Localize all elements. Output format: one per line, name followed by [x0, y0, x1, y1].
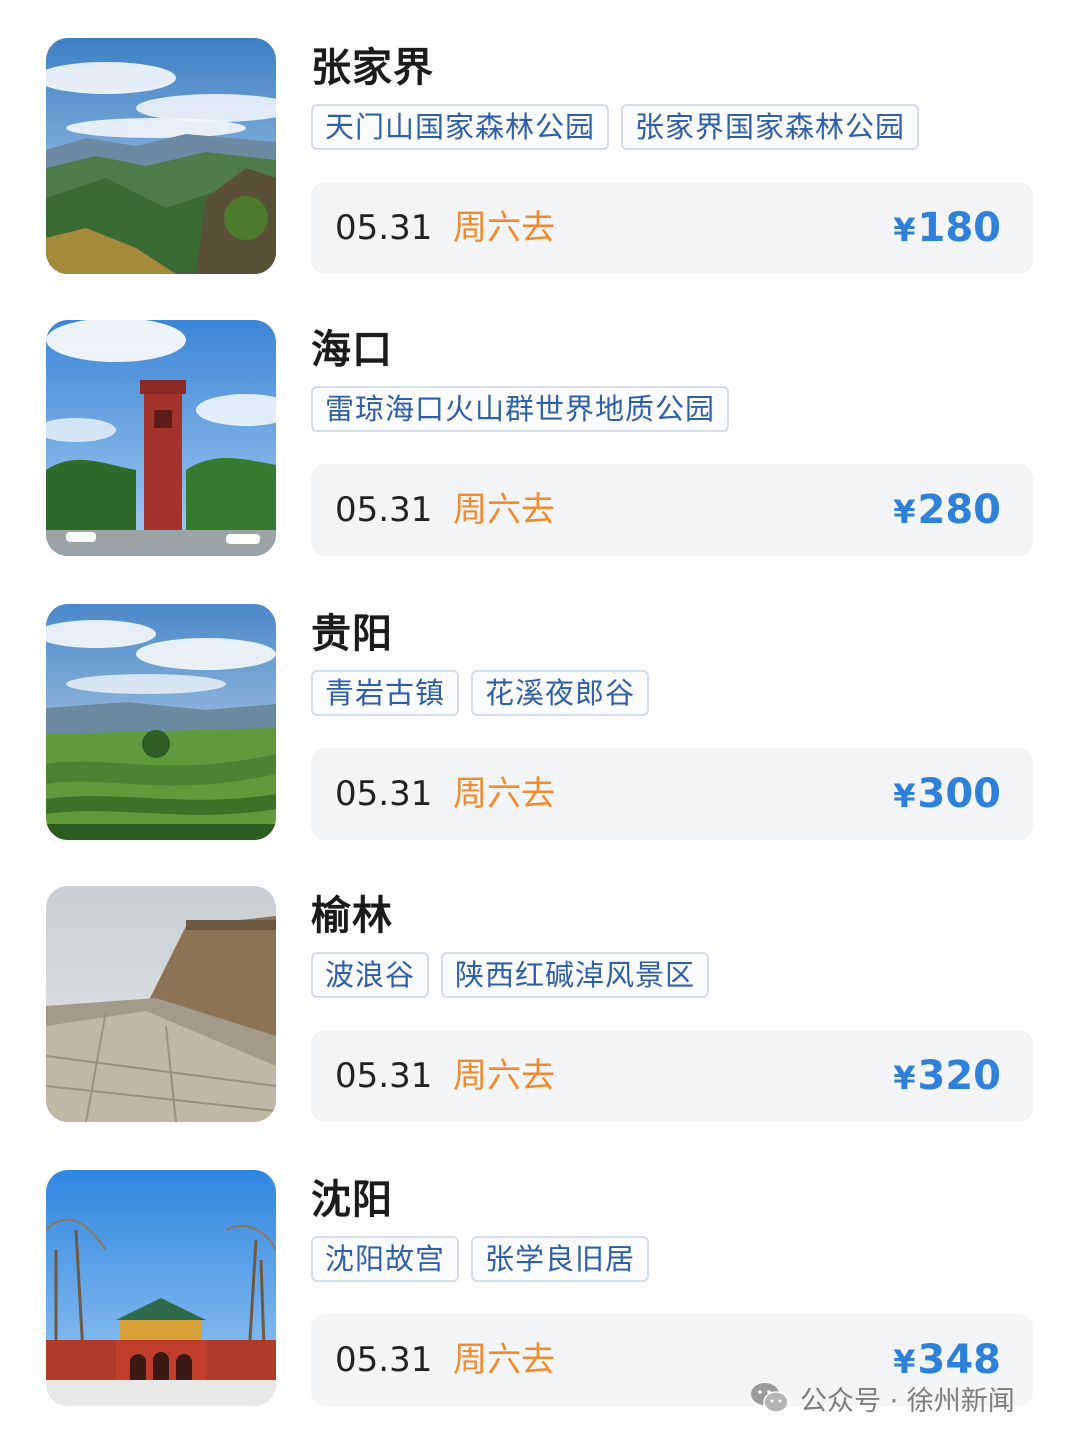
currency-symbol: ¥ — [893, 493, 916, 531]
price-value: 180 — [917, 205, 1002, 251]
currency-symbol: ¥ — [893, 777, 916, 815]
city-name: 榆林 — [311, 893, 393, 939]
attraction-tags: 青岩古镇 花溪夜郎谷 — [311, 670, 650, 716]
trip-card-zhangjiajie[interactable]: 张家界 天门山国家森林公园 张家界国家森林公园 05.31 周六去 ¥180 — [0, 0, 1080, 282]
price: ¥320 — [893, 1030, 1001, 1124]
currency-symbol: ¥ — [893, 1343, 916, 1381]
departure-weekday: 周六去 — [453, 1340, 555, 1380]
trip-card-shenyang[interactable]: 沈阳 沈阳故宫 张学良旧居 05.31 周六去 ¥348 — [0, 1132, 1080, 1414]
yulin-photo — [46, 886, 276, 1122]
price: ¥280 — [893, 464, 1001, 558]
departure-date: 05.31 — [335, 490, 433, 530]
attraction-tag[interactable]: 雷琼海口火山群世界地质公园 — [311, 386, 730, 432]
attraction-tags: 天门山国家森林公园 张家界国家森林公园 — [311, 104, 920, 150]
departure-weekday: 周六去 — [453, 490, 555, 530]
attraction-tag[interactable]: 花溪夜郎谷 — [471, 670, 650, 716]
departure-date: 05.31 — [335, 774, 433, 814]
attraction-tag[interactable]: 陕西红碱淖风景区 — [441, 952, 710, 998]
attraction-tags: 雷琼海口火山群世界地质公园 — [311, 386, 730, 432]
watermark: 公众号 · 徐州新闻 — [750, 1378, 1015, 1418]
departure-bar[interactable]: 05.31 周六去 ¥280 — [311, 464, 1033, 556]
attraction-tags: 沈阳故宫 张学良旧居 — [311, 1236, 650, 1282]
trip-card-guiyang[interactable]: 贵阳 青岩古镇 花溪夜郎谷 05.31 周六去 ¥300 — [0, 566, 1080, 848]
departure-date: 05.31 — [335, 1340, 433, 1380]
wechat-icon — [751, 1383, 789, 1413]
departure-date: 05.31 — [335, 208, 433, 248]
currency-symbol: ¥ — [893, 211, 916, 249]
trip-card-haikou[interactable]: 海口 雷琼海口火山群世界地质公园 05.31 周六去 ¥280 — [0, 282, 1080, 564]
price-value: 280 — [917, 487, 1002, 533]
price: ¥180 — [893, 182, 1001, 276]
departure-weekday: 周六去 — [453, 774, 555, 814]
departure-bar[interactable]: 05.31 周六去 ¥300 — [311, 748, 1033, 840]
attraction-tag[interactable]: 张学良旧居 — [471, 1236, 650, 1282]
city-name: 张家界 — [311, 45, 434, 91]
departure-date: 05.31 — [335, 1056, 433, 1096]
zhangjiajie-photo — [46, 38, 276, 274]
attraction-tag[interactable]: 张家界国家森林公园 — [621, 104, 920, 150]
price-value: 300 — [917, 771, 1002, 817]
attraction-tag[interactable]: 青岩古镇 — [311, 670, 460, 716]
attraction-tag[interactable]: 沈阳故宫 — [311, 1236, 460, 1282]
attraction-tags: 波浪谷 陕西红碱淖风景区 — [311, 952, 710, 998]
price: ¥300 — [893, 748, 1001, 842]
departure-bar[interactable]: 05.31 周六去 ¥180 — [311, 182, 1033, 274]
watermark-text: 公众号 · 徐州新闻 — [800, 1385, 1015, 1417]
city-name: 沈阳 — [311, 1177, 393, 1223]
attraction-tag[interactable]: 天门山国家森林公园 — [311, 104, 610, 150]
attraction-tag[interactable]: 波浪谷 — [311, 952, 430, 998]
city-name: 海口 — [311, 327, 393, 373]
haikou-photo — [46, 320, 276, 556]
shenyang-photo — [46, 1170, 276, 1406]
price-value: 320 — [917, 1053, 1002, 1099]
departure-weekday: 周六去 — [453, 208, 555, 248]
departure-weekday: 周六去 — [453, 1056, 555, 1096]
trip-card-yulin[interactable]: 榆林 波浪谷 陕西红碱淖风景区 05.31 周六去 ¥320 — [0, 848, 1080, 1130]
guiyang-photo — [46, 604, 276, 840]
currency-symbol: ¥ — [893, 1059, 916, 1097]
departure-bar[interactable]: 05.31 周六去 ¥320 — [311, 1030, 1033, 1122]
city-name: 贵阳 — [311, 611, 393, 657]
price-value: 348 — [917, 1337, 1002, 1383]
